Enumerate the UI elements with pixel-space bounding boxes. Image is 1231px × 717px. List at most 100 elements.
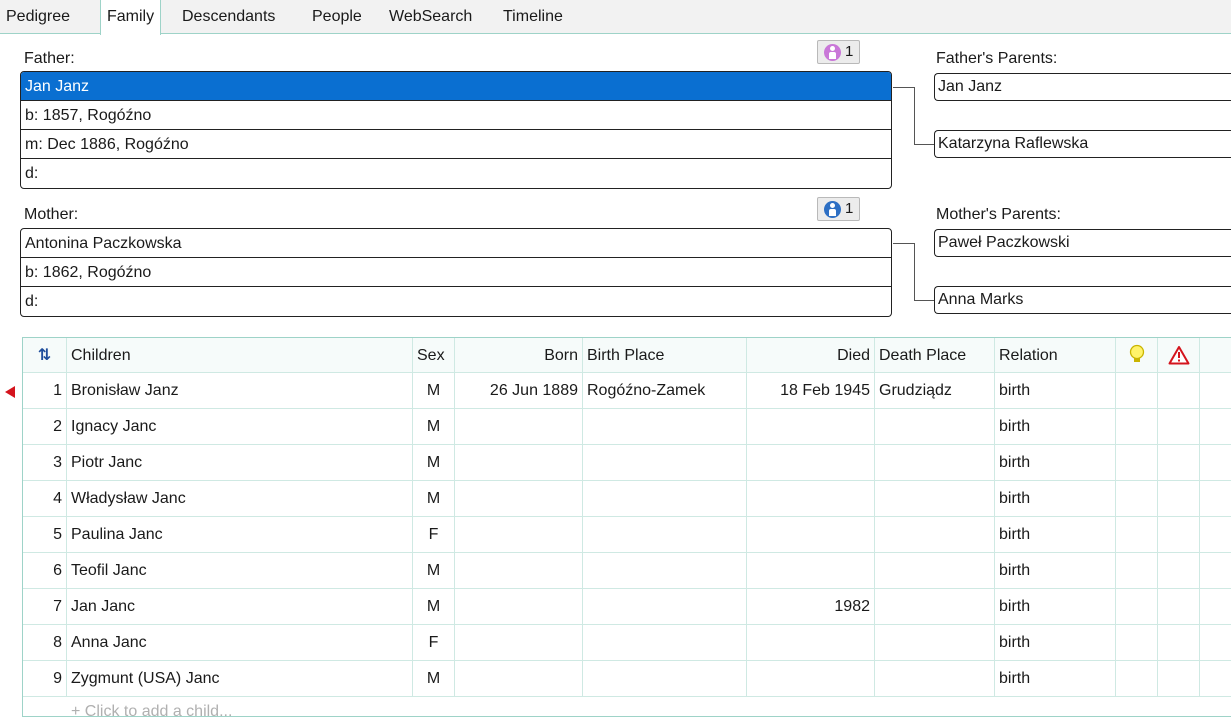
table-row[interactable]: 8 Anna Janc Fbirth [23,625,1231,661]
child-died[interactable] [747,661,875,696]
child-sex[interactable]: M [413,553,455,588]
child-death-place[interactable] [875,625,995,660]
table-row[interactable]: 7 Jan Janc M 1982 birth [23,589,1231,625]
child-sex[interactable]: M [413,445,455,480]
child-warning-cell[interactable] [1158,481,1200,516]
paternal-grandfather-box[interactable]: Jan Janz [934,73,1231,101]
child-death-place[interactable]: Grudziądz [875,373,995,408]
child-number[interactable]: 5 [23,517,67,552]
mother-box[interactable]: Antonina Paczkowska b: 1862, Rogóźno d: [20,228,892,317]
column-header-birth-place[interactable]: Birth Place [583,338,747,372]
child-warning-cell[interactable] [1158,553,1200,588]
add-child-row[interactable]: + Click to add a child... [67,697,236,716]
child-sex[interactable]: M [413,409,455,444]
child-death-place[interactable] [875,553,995,588]
child-died[interactable] [747,445,875,480]
father-box[interactable]: Jan Janz b: 1857, Rogóźno m: Dec 1886, R… [20,71,892,189]
child-died[interactable] [747,553,875,588]
column-header-died[interactable]: Died [747,338,875,372]
child-number[interactable]: 2 [23,409,67,444]
child-name[interactable]: Piotr Janc [67,445,413,480]
child-born[interactable] [455,517,583,552]
child-born[interactable] [455,481,583,516]
child-died[interactable] [747,481,875,516]
tab-pedigree[interactable]: Pedigree [0,0,76,34]
child-hint-cell[interactable] [1116,373,1158,408]
child-relation[interactable]: birth [995,373,1116,408]
child-name[interactable]: Anna Janc [67,625,413,660]
child-birth-place[interactable] [583,481,747,516]
child-death-place[interactable] [875,409,995,444]
child-relation[interactable]: birth [995,661,1116,696]
child-number[interactable]: 9 [23,661,67,696]
child-birth-place[interactable] [583,553,747,588]
child-relation[interactable]: birth [995,481,1116,516]
child-hint-cell[interactable] [1116,481,1158,516]
child-warning-cell[interactable] [1158,445,1200,480]
child-warning-cell[interactable] [1158,409,1200,444]
column-header-children[interactable]: Children [67,338,413,372]
father-name[interactable]: Jan Janz [21,72,891,101]
child-relation[interactable]: birth [995,625,1116,660]
child-name[interactable]: Ignacy Janc [67,409,413,444]
child-sex[interactable]: F [413,625,455,660]
child-birth-place[interactable] [583,409,747,444]
table-row[interactable]: 2 Ignacy Janc Mbirth [23,409,1231,445]
child-relation[interactable]: birth [995,445,1116,480]
child-hint-cell[interactable] [1116,553,1158,588]
child-death-place[interactable] [875,661,995,696]
child-relation[interactable]: birth [995,553,1116,588]
table-row[interactable]: 1 Bronisław Janz M 26 Jun 1889 Rogóźno-Zamek… [23,373,1231,409]
child-warning-cell[interactable] [1158,373,1200,408]
child-born[interactable] [455,553,583,588]
maternal-grandmother-box[interactable]: Anna Marks [934,286,1231,314]
mother-name[interactable]: Antonina Paczkowska [21,229,891,258]
child-died[interactable]: 18 Feb 1945 [747,373,875,408]
table-row[interactable]: 9 Zygmunt (USA) Janc Mbirth [23,661,1231,697]
child-sex[interactable]: M [413,373,455,408]
child-death-place[interactable] [875,589,995,624]
child-relation[interactable]: birth [995,409,1116,444]
child-death-place[interactable] [875,517,995,552]
child-relation[interactable]: birth [995,517,1116,552]
table-row[interactable]: 3 Piotr Janc Mbirth [23,445,1231,481]
child-number[interactable]: 6 [23,553,67,588]
child-name[interactable]: Władysław Janc [67,481,413,516]
child-sex[interactable]: M [413,481,455,516]
child-sex[interactable]: F [413,517,455,552]
child-number[interactable]: 1 [23,373,67,408]
lightbulb-icon[interactable] [1116,338,1158,372]
child-death-place[interactable] [875,445,995,480]
child-born[interactable]: 26 Jun 1889 [455,373,583,408]
child-birth-place[interactable] [583,589,747,624]
child-name[interactable]: Bronisław Janz [67,373,413,408]
maternal-grandfather-box[interactable]: Paweł Paczkowski [934,229,1231,257]
table-row[interactable]: 5 Paulina Janc Fbirth [23,517,1231,553]
child-hint-cell[interactable] [1116,517,1158,552]
child-hint-cell[interactable] [1116,409,1158,444]
child-sex[interactable]: M [413,661,455,696]
child-name[interactable]: Zygmunt (USA) Janc [67,661,413,696]
tab-family[interactable]: Family [100,0,162,35]
child-died[interactable]: 1982 [747,589,875,624]
column-header-death-place[interactable]: Death Place [875,338,995,372]
tab-timeline[interactable]: Timeline [497,0,569,34]
warning-triangle-icon[interactable] [1158,338,1200,372]
child-born[interactable] [455,409,583,444]
child-name[interactable]: Paulina Janc [67,517,413,552]
child-hint-cell[interactable] [1116,661,1158,696]
child-warning-cell[interactable] [1158,517,1200,552]
tab-people[interactable]: People [306,0,368,34]
mother-spouse-count-badge[interactable]: 1 [817,197,861,221]
child-died[interactable] [747,625,875,660]
child-born[interactable] [455,661,583,696]
child-hint-cell[interactable] [1116,589,1158,624]
child-died[interactable] [747,517,875,552]
child-warning-cell[interactable] [1158,661,1200,696]
child-born[interactable] [455,589,583,624]
column-header-sex[interactable]: Sex [413,338,455,372]
child-name[interactable]: Teofil Janc [67,553,413,588]
child-born[interactable] [455,445,583,480]
table-row[interactable]: 6 Teofil Janc Mbirth [23,553,1231,589]
child-birth-place[interactable] [583,625,747,660]
